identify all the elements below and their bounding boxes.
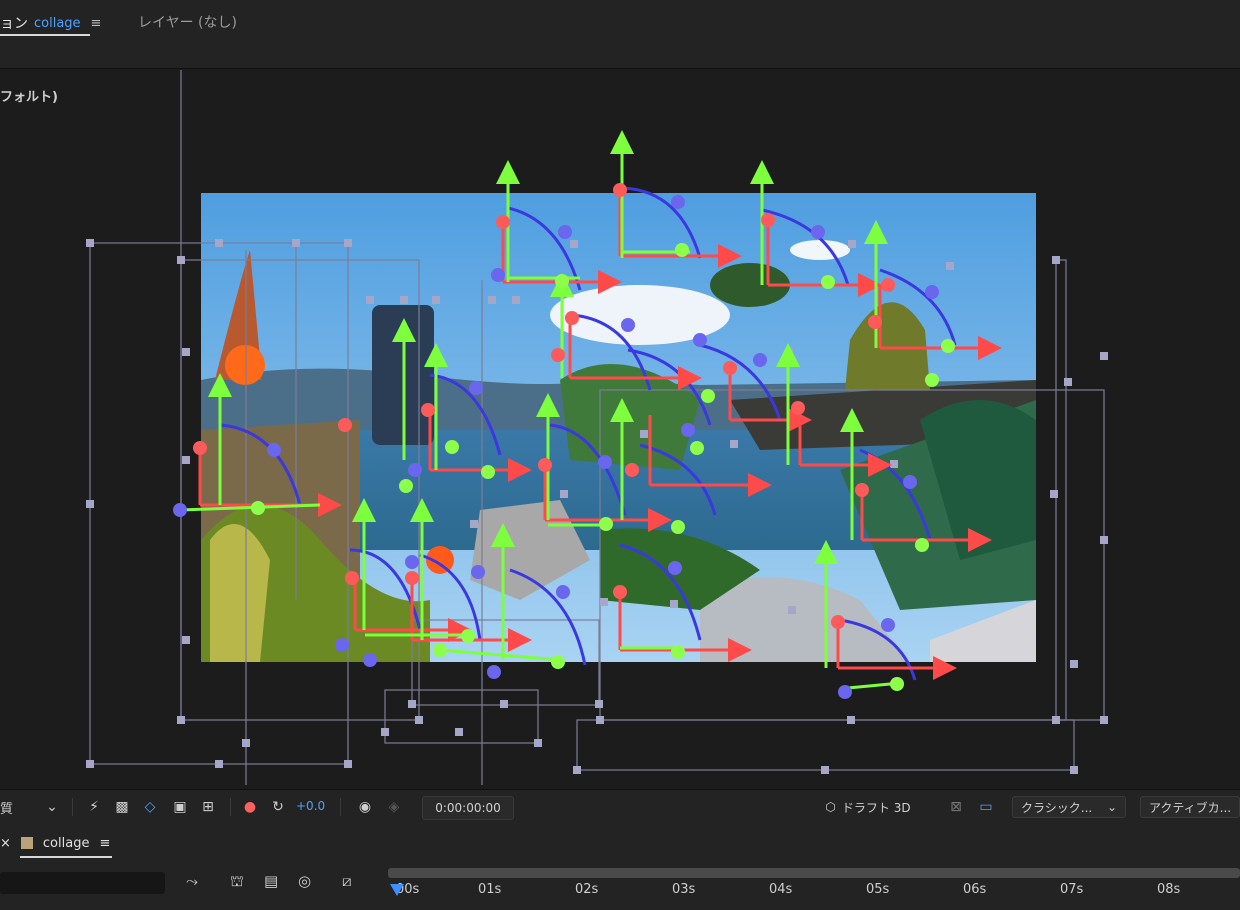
ruler-tick: 04s xyxy=(769,882,793,897)
comp-marker-icon[interactable]: ▤ xyxy=(264,872,278,890)
layer-tab[interactable]: レイヤー (なし) xyxy=(138,12,237,32)
time-ruler[interactable]: 00s 01s 02s 03s 04s 05s 06s 07s 08s xyxy=(388,868,1240,910)
snapshot-icon[interactable]: ◉ xyxy=(355,797,375,817)
renderer-mode-dropdown[interactable]: クラシック... ⌄ xyxy=(1012,796,1126,818)
active-tab-underline xyxy=(20,856,112,858)
fast-preview-icon[interactable]: ⚡ xyxy=(84,797,104,817)
show-snapshot-icon[interactable]: ◈ xyxy=(384,797,404,817)
renderer-label: ドラフト 3D xyxy=(841,800,911,815)
timeline-tab[interactable]: × collage ≡ xyxy=(0,832,110,854)
composition-viewer[interactable]: フォルト) xyxy=(0,69,1240,789)
view-layout-icon[interactable]: ▭ xyxy=(976,797,996,817)
ruler-tick: 07s xyxy=(1060,882,1084,897)
composition-tab-prefix: ョン xyxy=(0,16,28,32)
motion-blur-icon[interactable]: ◎ xyxy=(298,872,311,890)
resolution-label[interactable]: 質 xyxy=(0,798,13,817)
panel-menu-icon[interactable]: ≡ xyxy=(99,836,110,851)
ruler-tick: 03s xyxy=(672,882,696,897)
ruler-tick: 01s xyxy=(478,882,502,897)
dropdown-chevron-icon: ⌄ xyxy=(1106,800,1117,814)
active-camera-view-label: フォルト) xyxy=(0,90,58,105)
draft3d-timeline-icon[interactable]: ⛫ xyxy=(230,872,244,892)
region-of-interest-icon[interactable]: ▣ xyxy=(170,797,190,817)
draft3d-cube-icon: ⬡ xyxy=(825,800,836,814)
viewer-toolbar: 質 ⌄ ⚡ ▩ ◇ ▣ ⊞ ● ↻ +0.0 ◉ ◈ 0:00:00:00 ⬡ … xyxy=(0,789,1240,825)
graph-editor-icon[interactable]: ⧄ xyxy=(342,872,352,890)
renderer-button[interactable]: ⬡ ドラフト 3D xyxy=(808,796,928,818)
close-icon[interactable]: × xyxy=(0,836,11,851)
mask-path-icon[interactable]: ◇ xyxy=(140,797,160,817)
color-channels-icon[interactable]: ● xyxy=(240,797,260,817)
toolbar-separator xyxy=(230,798,231,816)
composition-tab[interactable]: ョン collage ≡ xyxy=(0,10,101,36)
current-time-field[interactable]: 0:00:00:00 xyxy=(422,796,514,820)
ruler-tick: 06s xyxy=(963,882,987,897)
parent-link-icon[interactable]: ⤳ xyxy=(186,872,198,890)
dropdown-chevron-icon[interactable]: ⌄ xyxy=(42,797,62,817)
active-camera-dropdown[interactable]: アクティブカ... xyxy=(1140,796,1240,818)
timeline-panel: × collage ≡ ⤳ ⛫ ▤ ◎ ⧄ 00s 01s 02s 03s 04… xyxy=(0,824,1240,910)
composition-tab-name: collage xyxy=(34,15,81,31)
comp-color-swatch xyxy=(20,837,33,849)
composition-panel-header: ョン collage ≡ レイヤー (なし) xyxy=(0,0,1240,69)
layer-search-input[interactable] xyxy=(0,872,165,894)
ruler-tick: 08s xyxy=(1157,882,1181,897)
grid-3d-icon[interactable]: ⊠ xyxy=(946,797,966,817)
exposure-value[interactable]: +0.0 xyxy=(296,799,325,813)
transparency-grid-icon[interactable]: ▩ xyxy=(112,797,132,817)
panel-menu-icon[interactable]: ≡ xyxy=(91,16,102,31)
work-area-bar[interactable] xyxy=(388,868,1240,878)
reset-exposure-icon[interactable]: ↻ xyxy=(268,797,288,817)
playhead[interactable] xyxy=(390,884,404,896)
ruler-tick: 05s xyxy=(866,882,890,897)
timeline-tab-label: collage xyxy=(42,835,90,851)
active-tab-underline xyxy=(0,34,90,36)
toolbar-separator xyxy=(340,798,341,816)
toolbar-separator xyxy=(72,798,73,816)
renderer-mode-label: クラシック... xyxy=(1021,800,1093,815)
safe-margins-icon[interactable]: ⊞ xyxy=(198,797,218,817)
viewer-canvas[interactable] xyxy=(0,69,1240,789)
ruler-tick: 02s xyxy=(575,882,599,897)
